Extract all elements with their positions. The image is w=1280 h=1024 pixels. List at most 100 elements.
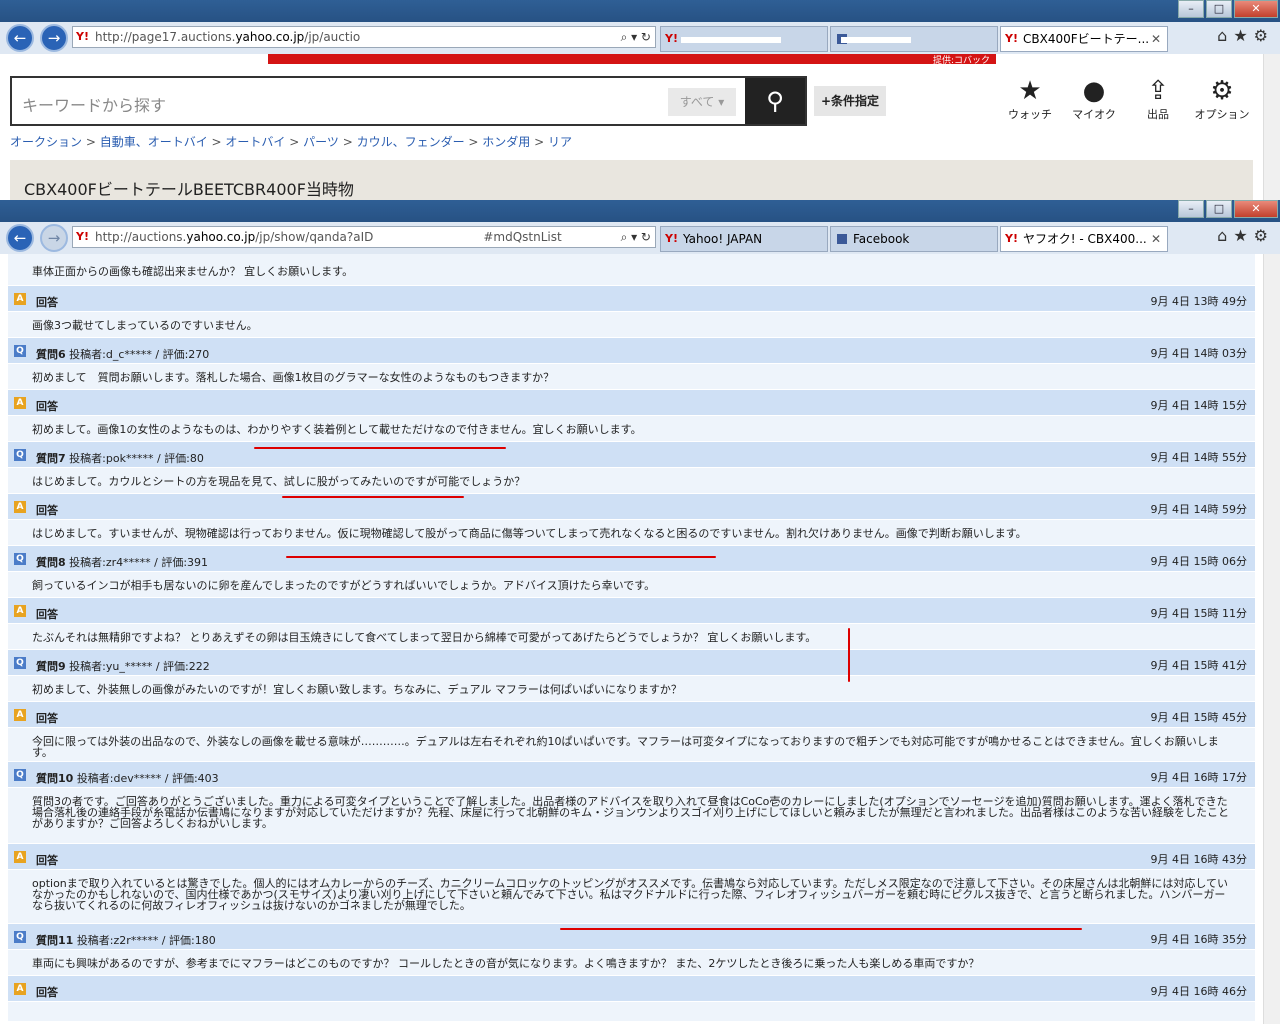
redaction <box>681 37 781 43</box>
scrollbar-top[interactable] <box>1263 54 1280 200</box>
question-header: Q 質問9 投稿者:yu_***** / 評価:222 9月 4日 15時 41分 <box>8 650 1255 676</box>
scrollbar-bottom[interactable] <box>1263 254 1280 1024</box>
tab-2[interactable] <box>830 26 998 52</box>
url-domain: yahoo.co.jp <box>186 230 256 244</box>
tab-1[interactable]: Y! <box>660 26 828 52</box>
minimize-button[interactable]: – <box>1178 0 1204 18</box>
back-button[interactable]: ← <box>6 224 34 252</box>
annotation-line <box>286 556 716 558</box>
tab-facebook[interactable]: Facebook <box>830 226 998 252</box>
minimize-button[interactable]: – <box>1178 200 1204 218</box>
address-bar[interactable]: Y! http://auctions.yahoo.co.jp/jp/show/q… <box>72 226 656 248</box>
back-button[interactable]: ← <box>6 24 34 52</box>
search-refresh-icon[interactable]: ⌕ ▾ ↻ <box>621 227 651 247</box>
yahoo-favicon-icon: Y! <box>665 232 678 245</box>
breadcrumb-item[interactable]: ホンダ用 <box>482 135 530 149</box>
qa-label: 回答 <box>36 986 58 999</box>
tab-label: ヤフオク! - CBX400... <box>1023 232 1147 246</box>
search-refresh-icon[interactable]: ⌕ ▾ ↻ <box>621 27 651 47</box>
qa-date: 9月 4日 14時 15分 <box>1150 399 1247 412</box>
maximize-button[interactable]: □ <box>1206 200 1232 218</box>
answer-icon: A <box>14 851 26 863</box>
qa-label: 質問7 <box>36 452 66 465</box>
list-item: 質問3の者です。ご回答ありがとうございました。重力による可変タイプということで了… <box>8 788 1255 844</box>
tab-yahoo[interactable]: Y! Yahoo! JAPAN <box>660 226 828 252</box>
search-input[interactable]: キーワードから探す <box>22 92 166 116</box>
qa-heading: 質問7 投稿者:pok***** / 評価:80 <box>36 450 204 466</box>
close-tab-icon[interactable]: ✕ <box>1151 227 1161 251</box>
qa-text: 飼っているインコが相手も居ないのに卵を産んでしまったのですがどうすればいいでしょ… <box>32 579 656 592</box>
tab-label: Yahoo! JAPAN <box>683 232 763 246</box>
url-tail: #mdQstnList <box>483 230 562 244</box>
tab-yafuoku-active[interactable]: Y! ヤフオク! - CBX400... ✕ <box>1000 226 1168 252</box>
url-prefix: http://page17.auctions. <box>95 30 236 44</box>
sell-button[interactable]: ⇪ 出品 <box>1128 76 1188 122</box>
answer-icon: A <box>14 983 26 995</box>
poster-info: 投稿者:pok***** / 評価:80 <box>69 452 204 465</box>
qa-label: 質問11 <box>36 934 74 947</box>
nav-bar: ← → Y! http://page17.auctions.yahoo.co.j… <box>0 22 1280 54</box>
person-icon: ● <box>1082 76 1106 106</box>
qa-text: 画像3つ載せてしまっているのですいません。 <box>32 319 258 332</box>
qa-date: 9月 4日 15時 45分 <box>1150 711 1247 724</box>
qa-heading: 回答 <box>36 984 58 1000</box>
search-box: キーワードから探す すべて ▾ ⚲ <box>10 76 807 126</box>
ad-banner[interactable]: 提供:コバック <box>268 54 996 66</box>
toolbar-icons[interactable]: ⌂★⚙ <box>1217 26 1274 45</box>
qa-label: 回答 <box>36 712 58 725</box>
myauc-button[interactable]: ● マイオク <box>1064 76 1124 122</box>
poster-info: 投稿者:dev***** / 評価:403 <box>76 772 219 785</box>
answer-header: A 回答 9月 4日 15時 11分 <box>8 598 1255 624</box>
close-button[interactable]: ✕ <box>1234 0 1278 18</box>
tab-3-active[interactable]: Y! CBX400Fビートテー... ✕ <box>1000 26 1168 52</box>
breadcrumb-item[interactable]: カウル、フェンダー <box>357 135 465 149</box>
breadcrumb-item[interactable]: 自動車、オートバイ <box>100 135 208 149</box>
answer-header: A 回答 9月 4日 16時 43分 <box>8 844 1255 870</box>
qa-list: 車体正面からの画像も確認出来ませんか？ 宜しくお願いします。 A 回答 9月 4日… <box>8 254 1255 1022</box>
annotation-line <box>254 447 506 449</box>
qa-text: たぶんそれは無精卵ですよね？ とりあえずその卵は目玉焼きにして食べてしまって翌日… <box>32 631 817 644</box>
forward-button[interactable]: → <box>40 224 68 252</box>
question-icon: Q <box>14 931 26 943</box>
qa-label: 質問10 <box>36 772 74 785</box>
breadcrumb-item[interactable]: パーツ <box>303 135 339 149</box>
question-icon: Q <box>14 345 26 357</box>
qa-text: 車体正面からの画像も確認出来ませんか？ 宜しくお願いします。 <box>32 265 354 278</box>
answer-header: A 回答 9月 4日 16時 46分 <box>8 976 1255 1002</box>
list-item <box>8 1002 1255 1022</box>
close-button[interactable]: ✕ <box>1234 200 1278 218</box>
yahoo-favicon-icon: Y! <box>76 230 89 243</box>
sell-label: 出品 <box>1147 108 1169 121</box>
qa-label: 回答 <box>36 296 58 309</box>
toolbar-icons[interactable]: ⌂★⚙ <box>1217 226 1274 245</box>
annotation-line <box>848 628 850 682</box>
qa-label: 質問9 <box>36 660 66 673</box>
list-item: たぶんそれは無精卵ですよね？ とりあえずその卵は目玉焼きにして食べてしまって翌日… <box>8 624 1255 650</box>
answer-header: A 回答 9月 4日 15時 45分 <box>8 702 1255 728</box>
condition-button[interactable]: +条件指定 <box>814 86 886 116</box>
facebook-favicon-icon <box>837 234 847 244</box>
item-title: CBX400FビートテールBEETCBR400F当時物 <box>24 180 354 199</box>
url-domain: yahoo.co.jp <box>235 30 305 44</box>
search-button[interactable]: ⚲ <box>745 78 805 124</box>
question-icon: Q <box>14 449 26 461</box>
maximize-button[interactable]: □ <box>1206 0 1232 18</box>
address-bar[interactable]: Y! http://page17.auctions.yahoo.co.jp/jp… <box>72 26 656 48</box>
list-item: 画像3つ載せてしまっているのですいません。 <box>8 312 1255 338</box>
browser-window-bottom: – □ ✕ ← → Y! http://auctions.yahoo.co.jp… <box>0 200 1280 254</box>
answer-icon: A <box>14 293 26 305</box>
close-tab-icon[interactable]: ✕ <box>1151 27 1161 51</box>
forward-button[interactable]: → <box>40 24 68 52</box>
category-select[interactable]: すべて ▾ <box>668 88 736 116</box>
option-button[interactable]: ⚙ オプション <box>1192 76 1252 122</box>
breadcrumb-item[interactable]: リア <box>548 135 572 149</box>
star-icon: ★ <box>1018 76 1042 106</box>
breadcrumb-item[interactable]: オートバイ <box>225 135 285 149</box>
upload-icon: ⇪ <box>1147 76 1169 106</box>
qa-text: 初めまして 質問お願いします。落札した場合、画像1枚目のグラマーな女性のようなも… <box>32 371 555 384</box>
window-controls: – □ ✕ <box>1176 0 1278 18</box>
qa-label: 回答 <box>36 504 58 517</box>
breadcrumb-item[interactable]: オークション <box>10 135 82 149</box>
watch-button[interactable]: ★ ウォッチ <box>1000 76 1060 122</box>
qa-text: 車両にも興味があるのですが、参考までにマフラーはどこのものですか？ コールしたと… <box>32 957 980 970</box>
